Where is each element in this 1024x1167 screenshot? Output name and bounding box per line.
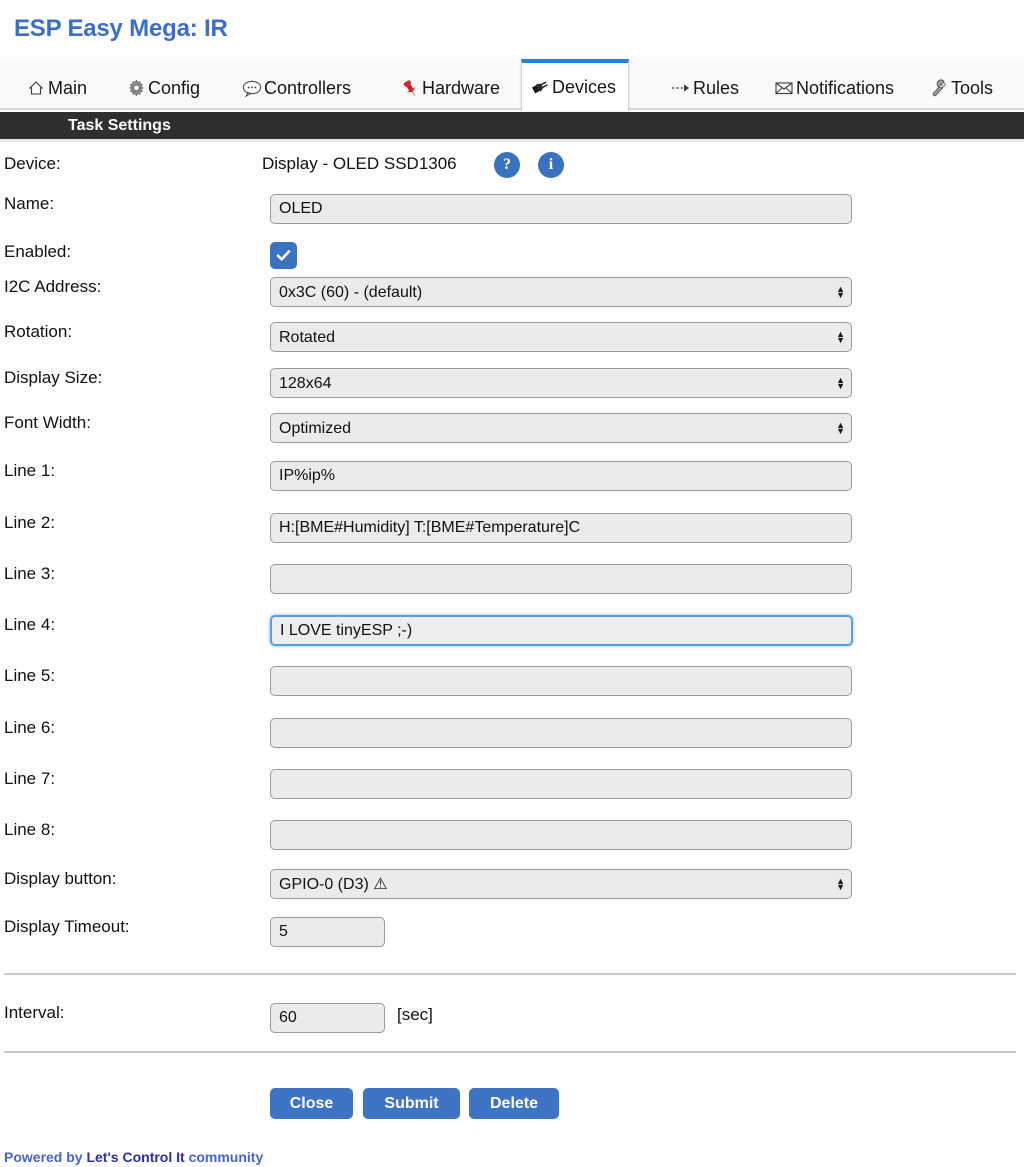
delete-button[interactable]: Delete xyxy=(469,1088,559,1119)
divider-bottom xyxy=(4,1051,1016,1053)
tab-config-label: Config xyxy=(148,77,201,98)
line-6-label: Line 6: xyxy=(4,718,56,737)
page-title: ESP Easy Mega: IR xyxy=(14,15,228,42)
display-size-select[interactable]: 128x64 xyxy=(270,368,852,398)
divider-top xyxy=(4,973,1016,975)
name-label: Name: xyxy=(4,194,55,213)
tab-rules-label: Rules xyxy=(693,77,740,98)
plug-icon xyxy=(530,77,550,97)
footer-prefix: Powered by xyxy=(4,1149,87,1165)
tab-controllers-label: Controllers xyxy=(264,77,352,98)
home-icon xyxy=(26,78,46,98)
device-label: Device: xyxy=(4,154,61,173)
wrench-icon xyxy=(929,78,949,98)
speech-bubble-icon xyxy=(242,78,262,98)
pushpin-icon xyxy=(400,78,420,98)
task-settings-bar: Task Settings xyxy=(0,112,1024,142)
tab-notifications[interactable]: Notifications xyxy=(770,68,898,108)
submit-button[interactable]: Submit xyxy=(363,1088,460,1119)
line-5-label: Line 5: xyxy=(4,666,56,685)
tab-tools[interactable]: Tools xyxy=(925,68,997,108)
tab-notifications-label: Notifications xyxy=(796,77,895,98)
footer-suffix: community xyxy=(184,1149,264,1165)
close-button[interactable]: Close xyxy=(270,1088,353,1119)
line-2-label: Line 2: xyxy=(4,513,56,532)
line-1-input[interactable] xyxy=(270,461,852,491)
help-icon[interactable]: ? xyxy=(494,152,520,178)
line-1-label: Line 1: xyxy=(4,461,56,480)
tab-devices[interactable]: Devices xyxy=(521,59,630,111)
task-settings-title: Task Settings xyxy=(68,117,171,134)
main-navigation-tabs: Main Config Controllers Hardware Devices… xyxy=(0,59,1024,111)
footer: Powered by Let's Control It community xyxy=(4,1149,263,1165)
line-7-label: Line 7: xyxy=(4,769,56,788)
rotation-label: Rotation: xyxy=(4,322,73,341)
device-value: Display - OLED SSD1306 xyxy=(262,154,457,173)
display-button-label: Display button: xyxy=(4,869,117,888)
line-3-input[interactable] xyxy=(270,564,852,594)
envelope-icon xyxy=(774,78,794,98)
font-width-label: Font Width: xyxy=(4,413,91,432)
info-icon[interactable]: i xyxy=(538,152,564,178)
interval-label: Interval: xyxy=(4,1003,65,1022)
enabled-checkbox[interactable] xyxy=(270,242,297,269)
tab-config[interactable]: Config xyxy=(122,68,204,108)
line-8-label: Line 8: xyxy=(4,820,56,839)
display-size-label: Display Size: xyxy=(4,368,103,387)
i2c-address-label: I2C Address: xyxy=(4,277,102,296)
line-6-input[interactable] xyxy=(270,718,852,748)
check-icon xyxy=(276,250,291,261)
arrow-icon xyxy=(671,78,691,98)
interval-input[interactable] xyxy=(270,1003,385,1033)
footer-brand-link[interactable]: Let's Control It xyxy=(86,1149,184,1165)
display-timeout-input[interactable] xyxy=(270,917,385,947)
display-timeout-label: Display Timeout: xyxy=(4,917,130,936)
line-4-label: Line 4: xyxy=(4,615,56,634)
interval-unit: [sec] xyxy=(397,1005,433,1024)
line-3-label: Line 3: xyxy=(4,564,56,583)
display-button-select[interactable]: GPIO-0 (D3) ⚠ xyxy=(270,869,852,899)
line-5-input[interactable] xyxy=(270,666,852,696)
tab-main-label: Main xyxy=(48,77,88,98)
enabled-label: Enabled: xyxy=(4,242,72,261)
line-7-input[interactable] xyxy=(270,769,852,799)
tab-hardware-label: Hardware xyxy=(422,77,501,98)
line-8-input[interactable] xyxy=(270,820,852,850)
tab-tools-label: Tools xyxy=(951,77,994,98)
line-2-input[interactable] xyxy=(270,513,852,543)
font-width-select[interactable]: Optimized xyxy=(270,413,852,443)
name-input[interactable] xyxy=(270,194,852,224)
line-4-input[interactable] xyxy=(270,615,853,646)
tab-controllers[interactable]: Controllers xyxy=(238,68,355,108)
page-root: ESP Easy Mega: IR Main Config Controller… xyxy=(0,0,1024,1167)
tab-rules[interactable]: Rules xyxy=(667,68,743,108)
tab-main[interactable]: Main xyxy=(22,68,91,108)
tab-hardware[interactable]: Hardware xyxy=(396,68,504,108)
tab-devices-label: Devices xyxy=(552,76,617,97)
i2c-address-select[interactable]: 0x3C (60) - (default) xyxy=(270,277,852,307)
rotation-select[interactable]: Rotated xyxy=(270,322,852,352)
gear-icon xyxy=(126,78,146,98)
